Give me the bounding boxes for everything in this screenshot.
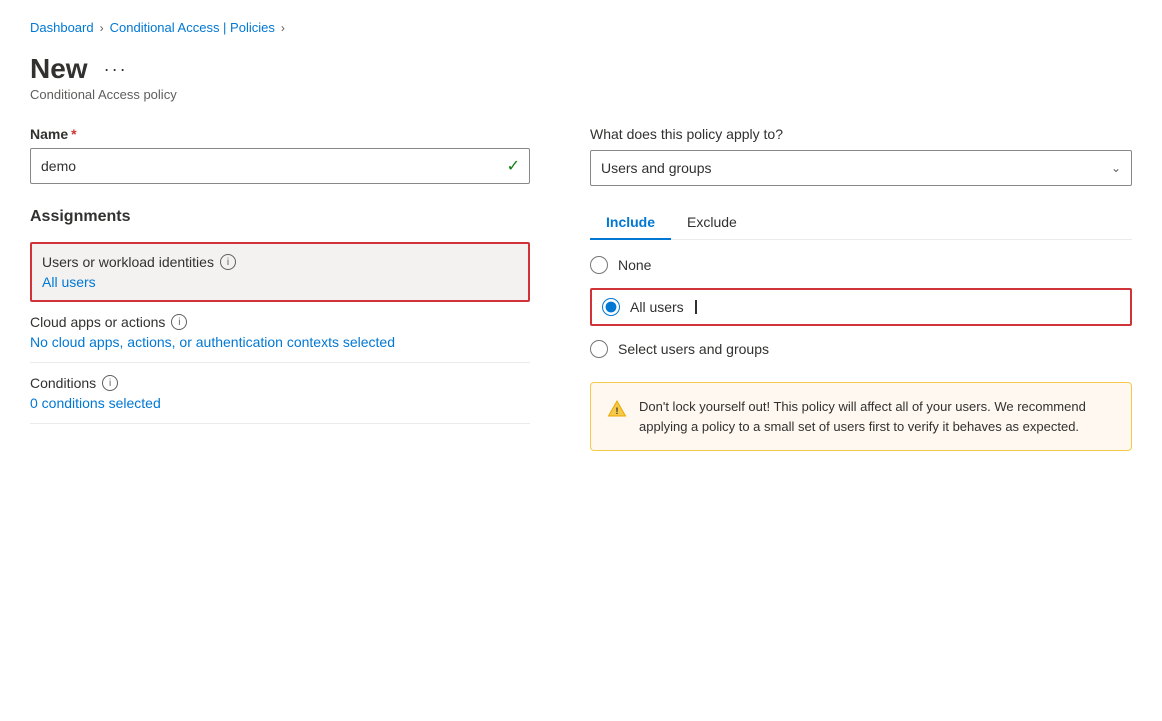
warning-text: Don't lock yourself out! This policy wil… — [639, 397, 1115, 436]
chevron-down-icon: ⌄ — [1111, 161, 1121, 175]
conditions-assignment-link[interactable]: 0 conditions selected — [30, 395, 530, 411]
name-input-wrapper: ✓ — [30, 148, 530, 184]
page-subtitle: Conditional Access policy — [30, 87, 1132, 102]
cloud-apps-assignment-item[interactable]: Cloud apps or actions i No cloud apps, a… — [30, 302, 530, 363]
warning-box: ! Don't lock yourself out! This policy w… — [590, 382, 1132, 451]
cursor-indicator — [695, 300, 697, 314]
radio-none-input[interactable] — [590, 256, 608, 274]
page-header: New ··· Conditional Access policy — [30, 53, 1132, 102]
breadcrumb-dashboard[interactable]: Dashboard — [30, 20, 94, 35]
check-icon: ✓ — [507, 156, 520, 176]
main-layout: Name * ✓ Assignments Users or workload i… — [30, 126, 1132, 451]
conditions-assignment-header: Conditions i — [30, 375, 530, 391]
users-assignment-item[interactable]: Users or workload identities i All users — [30, 242, 530, 302]
breadcrumb-policies[interactable]: Conditional Access | Policies — [110, 20, 275, 35]
cloud-apps-assignment-link[interactable]: No cloud apps, actions, or authenticatio… — [30, 334, 530, 350]
page-title: New — [30, 53, 88, 85]
right-panel: What does this policy apply to? Users an… — [590, 126, 1132, 451]
users-info-icon[interactable]: i — [220, 254, 236, 270]
cloud-apps-info-icon[interactable]: i — [171, 314, 187, 330]
name-field-group: Name * ✓ — [30, 126, 530, 184]
name-input[interactable] — [30, 148, 530, 184]
assignments-title: Assignments — [30, 208, 530, 230]
cloud-apps-assignment-header: Cloud apps or actions i — [30, 314, 530, 330]
breadcrumb: Dashboard › Conditional Access | Policie… — [30, 20, 1132, 35]
radio-none-label: None — [618, 257, 651, 273]
radio-select-option[interactable]: Select users and groups — [590, 340, 1132, 358]
breadcrumb-sep-2: › — [281, 21, 285, 35]
warning-icon: ! — [607, 399, 627, 422]
users-groups-dropdown[interactable]: Users and groups ⌄ — [590, 150, 1132, 186]
tab-exclude[interactable]: Exclude — [671, 206, 753, 240]
svg-text:!: ! — [616, 406, 619, 416]
conditions-assignment-label: Conditions — [30, 375, 96, 391]
dropdown-value: Users and groups — [601, 160, 712, 176]
breadcrumb-sep-1: › — [100, 21, 104, 35]
radio-none-option[interactable]: None — [590, 256, 1132, 274]
tab-include[interactable]: Include — [590, 206, 671, 240]
name-label: Name * — [30, 126, 530, 142]
radio-select-label: Select users and groups — [618, 341, 769, 357]
dropdown-wrapper: Users and groups ⌄ — [590, 150, 1132, 186]
tabs-row: Include Exclude — [590, 206, 1132, 240]
more-options-button[interactable]: ··· — [98, 57, 134, 82]
policy-apply-label: What does this policy apply to? — [590, 126, 1132, 142]
users-assignment-header: Users or workload identities i — [42, 254, 518, 270]
users-assignment-label: Users or workload identities — [42, 254, 214, 270]
conditions-assignment-item[interactable]: Conditions i 0 conditions selected — [30, 363, 530, 424]
required-indicator: * — [71, 126, 76, 142]
radio-all-users-input[interactable] — [602, 298, 620, 316]
radio-all-users-label: All users — [630, 299, 684, 315]
users-assignment-link[interactable]: All users — [42, 274, 518, 290]
radio-select-input[interactable] — [590, 340, 608, 358]
cloud-apps-assignment-label: Cloud apps or actions — [30, 314, 165, 330]
radio-all-users-option[interactable]: All users — [590, 288, 1132, 326]
radio-group: None All users Select users and groups — [590, 256, 1132, 358]
left-panel: Name * ✓ Assignments Users or workload i… — [30, 126, 530, 424]
conditions-info-icon[interactable]: i — [102, 375, 118, 391]
